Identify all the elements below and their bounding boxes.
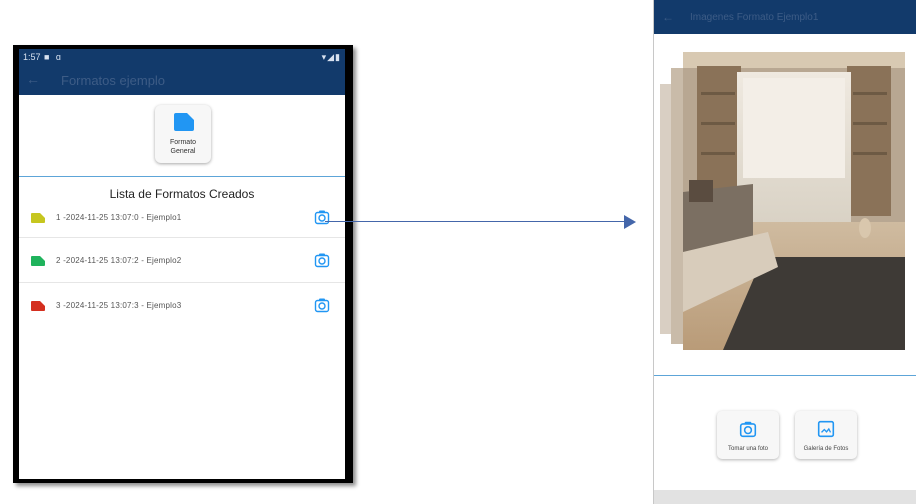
room-photo[interactable]: [683, 52, 905, 350]
status-time: 1:57: [23, 52, 41, 62]
photo-carousel[interactable]: [660, 52, 905, 354]
app-bar: ← Imagenes Formato Ejemplo1: [654, 0, 916, 34]
left-phone-screen: 1:57 ■ ɑ ▾◢▮ ← Formatos ejemplo Formato …: [19, 49, 345, 479]
app-bar: ← Formatos ejemplo: [19, 65, 345, 95]
document-icon: [31, 256, 45, 266]
row-separator: [19, 237, 345, 238]
document-icon: [31, 301, 45, 311]
format-label-line1: Formato: [169, 139, 197, 146]
connector-arrow-head: [624, 215, 636, 229]
format-label-line2: General: [170, 148, 196, 155]
status-bar: 1:57 ■ ɑ ▾◢▮: [19, 49, 345, 65]
divider: [19, 176, 345, 177]
list-item-text: 1 -2024-11-25 13:07:0 - Ejemplo1: [56, 213, 182, 222]
format-general-button[interactable]: Formato General: [155, 105, 211, 163]
camera-icon[interactable]: [314, 252, 330, 268]
format-general-label: Formato General: [155, 138, 211, 156]
list-title: Lista de Formatos Creados: [109, 187, 255, 201]
gallery-button[interactable]: Galería de Fotos: [795, 411, 857, 459]
take-photo-button[interactable]: Tomar una foto: [717, 411, 779, 459]
divider: [654, 375, 916, 376]
bottom-nav-bar: [654, 490, 916, 504]
back-arrow-icon[interactable]: ←: [662, 10, 674, 24]
list-item[interactable]: 2 -2024-11-25 13:07:2 - Ejemplo2: [19, 252, 345, 272]
right-phone-screen: ← Imagenes Formato Ejemplo1 Tomar una fo…: [653, 0, 916, 504]
status-icons-left: ■ ɑ: [44, 52, 63, 62]
camera-icon: [739, 421, 757, 438]
list-item[interactable]: 3 -2024-11-25 13:07:3 - Ejemplo3: [19, 297, 345, 317]
gallery-label: Galería de Fotos: [803, 446, 849, 452]
take-photo-label: Tomar una foto: [727, 446, 769, 452]
left-phone-frame: 1:57 ■ ɑ ▾◢▮ ← Formatos ejemplo Formato …: [13, 45, 353, 483]
list-item-text: 2 -2024-11-25 13:07:2 - Ejemplo2: [56, 256, 182, 265]
page-title: Formatos ejemplo: [61, 73, 166, 88]
page-title: Imagenes Formato Ejemplo1: [690, 12, 819, 23]
image-gallery-icon: [817, 420, 835, 438]
list-item[interactable]: 1 -2024-11-25 13:07:0 - Ejemplo1: [19, 209, 345, 229]
list-item-text: 3 -2024-11-25 13:07:3 - Ejemplo3: [56, 301, 182, 310]
connector-arrow-line: [325, 221, 624, 222]
status-icons-right: ▾◢▮: [321, 52, 341, 62]
row-separator: [19, 282, 345, 283]
camera-icon[interactable]: [314, 209, 330, 225]
camera-icon[interactable]: [314, 297, 330, 313]
document-icon: [31, 213, 45, 223]
document-icon: [174, 113, 194, 131]
back-arrow-icon[interactable]: ←: [26, 71, 40, 87]
